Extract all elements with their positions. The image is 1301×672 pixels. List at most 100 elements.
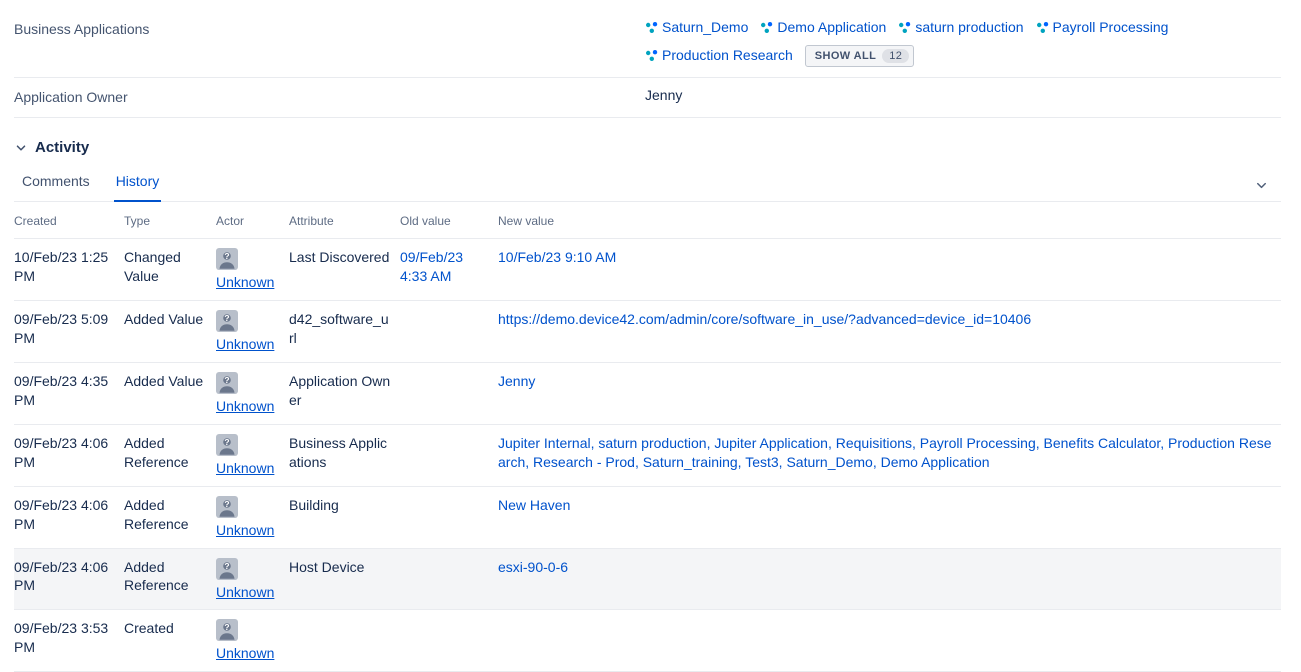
cell-old (400, 548, 498, 610)
cell-new: https://demo.device42.com/admin/core/sof… (498, 301, 1281, 363)
activity-tabs-row: Comments History (14, 168, 1281, 202)
new-value-link[interactable]: Jupiter Internal, saturn production, Jup… (498, 435, 1272, 470)
history-row: 09/Feb/23 4:06 PMAdded Reference? Unknown… (14, 486, 1281, 548)
business-application-link[interactable]: Demo Application (760, 18, 886, 37)
history-row: 09/Feb/23 4:06 PMAdded Reference? Unknown… (14, 424, 1281, 486)
issue-detail-panel: Business Applications Saturn_Demo Demo Ap… (0, 0, 1301, 672)
column-header-attribute: Attribute (289, 202, 400, 239)
column-header-created: Created (14, 202, 124, 239)
new-value-link[interactable]: 10/Feb/23 9:10 AM (498, 249, 616, 265)
cell-type: Added Value (124, 362, 216, 424)
cell-actor: ? Unknown (216, 610, 289, 672)
cell-new: New Haven (498, 486, 1281, 548)
history-row: 10/Feb/23 1:25 PMChanged Value?UnknownLa… (14, 239, 1281, 301)
cell-actor: ? Unknown (216, 548, 289, 610)
application-owner-value: Jenny (645, 86, 1281, 105)
business-application-link[interactable]: Production Research (645, 46, 793, 65)
business-application-icon (760, 21, 773, 34)
tab-comments[interactable]: Comments (20, 168, 92, 201)
cell-type: Added Reference (124, 424, 216, 486)
activity-section-header[interactable]: Activity (14, 138, 1281, 158)
field-divider (14, 117, 1281, 118)
history-row: 09/Feb/23 4:06 PMAdded Reference? Unknown… (14, 548, 1281, 610)
history-table: CreatedTypeActorAttributeOld valueNew va… (14, 202, 1281, 672)
cell-type: Added Reference (124, 486, 216, 548)
cell-old (400, 362, 498, 424)
show-all-button[interactable]: SHOW ALL 12 (805, 45, 915, 67)
actor-link[interactable]: Unknown (216, 398, 274, 414)
old-value-link[interactable]: 09/Feb/23 4:33 AM (400, 249, 463, 284)
svg-text:?: ? (224, 561, 229, 571)
business-application-name: Production Research (662, 46, 793, 65)
cell-attribute: d42_software_url (289, 301, 400, 363)
actor-link[interactable]: Unknown (216, 645, 274, 661)
unknown-user-avatar: ? (216, 619, 281, 641)
new-value-link[interactable]: esxi-90-0-6 (498, 559, 568, 575)
actor-link[interactable]: Unknown (216, 584, 274, 600)
field-application-owner: Application Owner Jenny (14, 78, 1281, 117)
cell-created: 09/Feb/23 4:06 PM (14, 548, 124, 610)
activity-tabs: Comments History (20, 168, 161, 201)
cell-actor: ? Unknown (216, 239, 289, 301)
cell-new: Jupiter Internal, saturn production, Jup… (498, 424, 1281, 486)
svg-text:?: ? (224, 313, 229, 323)
cell-attribute: Host Device (289, 548, 400, 610)
collapse-chevron-down-icon[interactable] (1254, 178, 1281, 201)
business-application-icon (1036, 21, 1049, 34)
business-application-name: Saturn_Demo (662, 18, 748, 37)
history-row: 09/Feb/23 3:53 PMCreated?Unknown (14, 610, 1281, 672)
cell-new: 10/Feb/23 9:10 AM (498, 239, 1281, 301)
cell-actor: ? Unknown (216, 301, 289, 363)
actor-link[interactable]: Unknown (216, 460, 274, 476)
unknown-user-avatar: ? (216, 558, 281, 580)
tab-history[interactable]: History (114, 168, 162, 202)
business-application-icon (645, 21, 658, 34)
cell-type: Changed Value (124, 239, 216, 301)
unknown-user-avatar: ? (216, 310, 281, 332)
cell-new: esxi-90-0-6 (498, 548, 1281, 610)
cell-attribute: Last Discovered (289, 239, 400, 301)
show-all-count-badge: 12 (882, 49, 909, 63)
actor-link[interactable]: Unknown (216, 336, 274, 352)
cell-old (400, 424, 498, 486)
cell-new (498, 610, 1281, 672)
business-applications-label: Business Applications (14, 18, 645, 39)
unknown-user-avatar: ? (216, 496, 281, 518)
business-application-link[interactable]: Saturn_Demo (645, 18, 748, 37)
unknown-user-avatar: ? (216, 248, 281, 270)
business-application-link[interactable]: saturn production (898, 18, 1023, 37)
cell-old (400, 301, 498, 363)
cell-created: 09/Feb/23 5:09 PM (14, 301, 124, 363)
business-application-icon (898, 21, 911, 34)
cell-created: 09/Feb/23 4:06 PM (14, 424, 124, 486)
new-value-link[interactable]: New Haven (498, 497, 570, 513)
unknown-user-avatar: ? (216, 372, 281, 394)
cell-attribute: Application Owner (289, 362, 400, 424)
actor-link[interactable]: Unknown (216, 274, 274, 290)
field-business-applications: Business Applications Saturn_Demo Demo Ap… (14, 10, 1281, 77)
column-header-type: Type (124, 202, 216, 239)
cell-created: 09/Feb/23 4:06 PM (14, 486, 124, 548)
application-owner-label: Application Owner (14, 86, 645, 107)
history-row: 09/Feb/23 4:35 PMAdded Value?UnknownAppl… (14, 362, 1281, 424)
cell-attribute: Building (289, 486, 400, 548)
column-header-old-value: Old value (400, 202, 498, 239)
svg-text:?: ? (224, 437, 229, 447)
cell-type: Added Reference (124, 548, 216, 610)
new-value-link[interactable]: Jenny (498, 373, 535, 389)
business-application-link[interactable]: Payroll Processing (1036, 18, 1169, 37)
actor-link[interactable]: Unknown (216, 522, 274, 538)
new-value-link[interactable]: https://demo.device42.com/admin/core/sof… (498, 311, 1031, 327)
column-header-actor: Actor (216, 202, 289, 239)
svg-text:?: ? (224, 251, 229, 261)
cell-type: Added Value (124, 301, 216, 363)
chevron-down-icon (14, 141, 28, 155)
business-application-name: Demo Application (777, 18, 886, 37)
show-all-label: SHOW ALL (815, 50, 876, 62)
business-applications-list: Saturn_Demo Demo Application saturn produc… (645, 18, 1281, 67)
cell-new: Jenny (498, 362, 1281, 424)
history-row: 09/Feb/23 5:09 PMAdded Value? Unknown d42_… (14, 301, 1281, 363)
cell-created: 09/Feb/23 3:53 PM (14, 610, 124, 672)
column-header-new-value: New value (498, 202, 1281, 239)
business-application-icon (645, 49, 658, 62)
